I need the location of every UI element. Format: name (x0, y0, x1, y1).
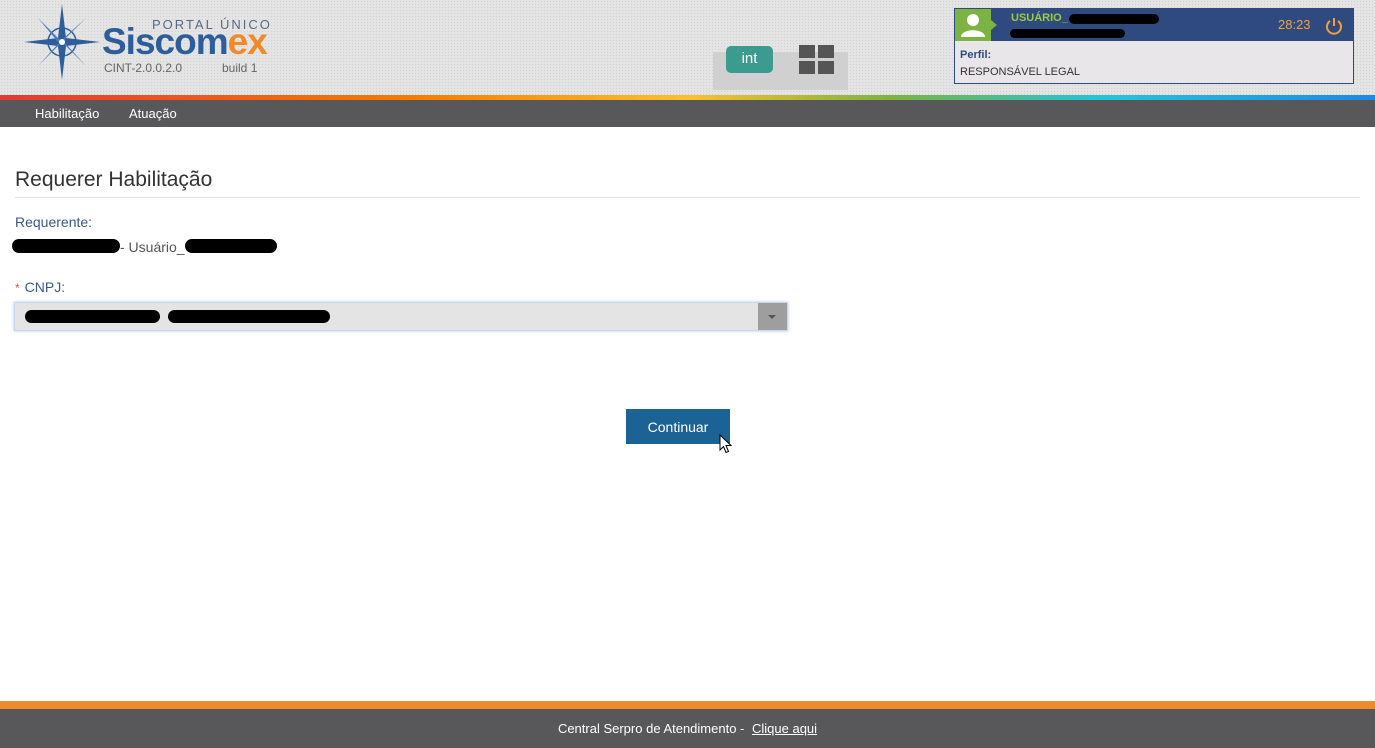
footer-text: Central Serpro de Atendimento - (557, 721, 745, 736)
required-mark: * (15, 281, 20, 295)
footer: Central Serpro de Atendimento - Clique a… (0, 709, 1375, 748)
continue-button[interactable]: Continuar (626, 409, 730, 444)
brand-accent: ex (227, 21, 268, 62)
redacted-requerente-id (12, 239, 120, 253)
mouse-cursor-icon (719, 434, 733, 454)
version-label: CINT-2.0.0.2.0 (104, 61, 183, 75)
session-timer: 28:23 (1278, 17, 1311, 32)
nav-item-habilitacao[interactable]: Habilitação (35, 106, 99, 121)
title-divider (15, 197, 1360, 198)
user-panel: USUÁRIO_ 28:23 Perfil: RESPONSÁVEL LEGAL (954, 8, 1354, 84)
cnpj-field-label: * CNPJ: (15, 279, 65, 295)
chevron-down-icon[interactable] (758, 303, 787, 330)
nav-item-atuacao[interactable]: Atuação (129, 106, 177, 121)
footer-link[interactable]: Clique aqui (752, 721, 817, 736)
build-label: build 1 (222, 61, 258, 75)
main-nav: Habilitação Atuação (0, 100, 1375, 127)
avatar-pointer (991, 20, 997, 30)
redacted-cnpj-name (168, 310, 330, 323)
user-panel-header: USUÁRIO_ 28:23 (955, 9, 1353, 41)
perfil-value: RESPONSÁVEL LEGAL (960, 66, 1081, 78)
redacted-requerente-name (185, 239, 277, 253)
user-name: USUÁRIO_ (1011, 12, 1068, 24)
redacted-cnpj-number (25, 310, 160, 323)
cnpj-label: CNPJ: (24, 279, 66, 295)
requerente-value: - Usuário_ (120, 239, 185, 255)
siscomex-logo[interactable]: PORTAL ÚNICO Siscomex CINT-2.0.0.2.0 bui… (22, 4, 272, 84)
power-icon[interactable] (1324, 16, 1344, 36)
footer-accent-bar (0, 701, 1375, 709)
user-icon (955, 9, 991, 41)
grid-icon[interactable] (799, 45, 835, 75)
cnpj-select[interactable] (14, 302, 788, 331)
redacted-user-detail (1010, 29, 1125, 38)
brand-main: Siscom (102, 21, 229, 62)
header: PORTAL ÚNICO Siscomex CINT-2.0.0.2.0 bui… (0, 0, 1375, 95)
page-title: Requerer Habilitação (15, 168, 213, 191)
brand-name: Siscomex (102, 21, 268, 62)
environment-badge: int (726, 46, 773, 73)
perfil-label: Perfil: (960, 49, 992, 61)
requerente-label: Requerente: (15, 214, 93, 230)
redacted-user-name (1069, 14, 1159, 24)
compass-star-icon (24, 4, 100, 80)
